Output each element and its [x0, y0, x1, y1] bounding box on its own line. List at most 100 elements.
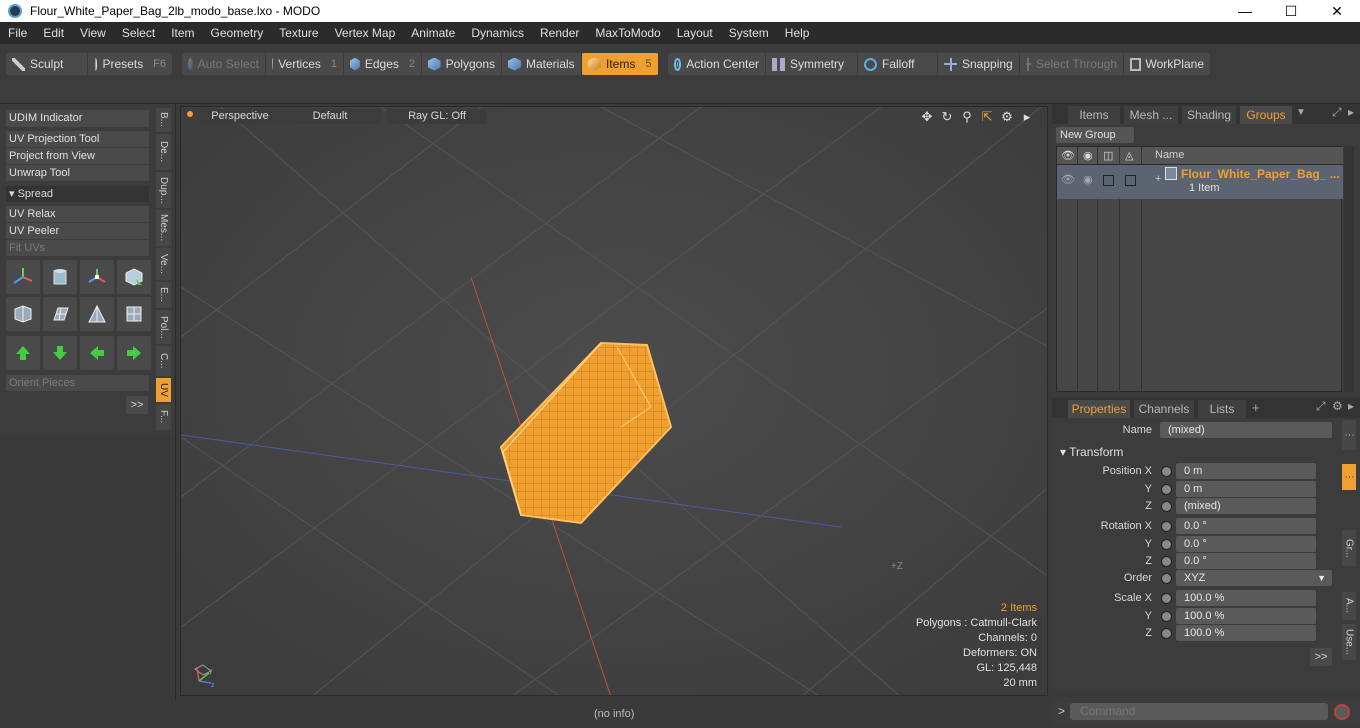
- close-button[interactable]: ✕: [1314, 0, 1360, 22]
- vtab-ve[interactable]: Ve...: [156, 248, 171, 280]
- menu-item[interactable]: Item: [163, 22, 202, 44]
- order-radio[interactable]: [1161, 573, 1172, 584]
- tab-mesh[interactable]: Mesh ...: [1124, 106, 1178, 124]
- vtab-use[interactable]: Use...: [1342, 624, 1356, 660]
- menu-help[interactable]: Help: [777, 22, 818, 44]
- vtab-mes[interactable]: Mes...: [156, 210, 171, 246]
- row-select-checkbox[interactable]: [1103, 175, 1114, 186]
- vertices-button[interactable]: Vertices 1: [266, 53, 344, 75]
- more-properties-button[interactable]: >>: [1310, 648, 1332, 666]
- row-render-icon[interactable]: ◉: [1083, 173, 1093, 186]
- menu-render[interactable]: Render: [532, 22, 587, 44]
- rotation-x-field[interactable]: 0.0 °: [1176, 518, 1316, 534]
- minimize-button[interactable]: —: [1222, 0, 1268, 22]
- rotation-x-radio[interactable]: [1161, 521, 1172, 532]
- uv-transform-tool-button[interactable]: [117, 260, 151, 294]
- tab-properties[interactable]: Properties: [1068, 400, 1130, 418]
- vtab-de[interactable]: De...: [156, 134, 171, 170]
- 3d-viewport[interactable]: +Z Perspective Default Ray GL: Off ✥ ↻ ⚲…: [180, 106, 1048, 696]
- vtab-uv[interactable]: UV: [156, 378, 171, 402]
- menu-select[interactable]: Select: [114, 22, 163, 44]
- symmetry-button[interactable]: Symmetry: [766, 53, 858, 75]
- scale-z-radio[interactable]: [1161, 628, 1172, 639]
- menu-texture[interactable]: Texture: [271, 22, 326, 44]
- vtab-b[interactable]: B...: [156, 108, 171, 132]
- uv-move-tool-button[interactable]: [6, 260, 40, 294]
- polygons-button[interactable]: Polygons: [422, 53, 502, 75]
- project-from-view-button[interactable]: Project from View: [6, 148, 149, 164]
- add-tab-button[interactable]: +: [1252, 400, 1260, 415]
- tabs-dropdown-icon[interactable]: ▼: [1296, 107, 1306, 118]
- menu-animate[interactable]: Animate: [403, 22, 463, 44]
- group-row[interactable]: 👁 ◉ + Flour_White_Paper_Bag_ ... 1 Item: [1057, 165, 1343, 199]
- udim-indicator-button[interactable]: UDIM Indicator: [6, 110, 149, 127]
- vtab-gr[interactable]: Gr...: [1342, 530, 1356, 566]
- position-z-field[interactable]: (mixed): [1176, 498, 1316, 514]
- tab-groups[interactable]: Groups: [1240, 106, 1292, 124]
- menu-view[interactable]: View: [72, 22, 114, 44]
- uv-projection-tool-button[interactable]: UV Projection Tool: [6, 131, 149, 147]
- scale-y-field[interactable]: 100.0 %: [1176, 608, 1316, 624]
- arrow-right-icon[interactable]: ▸: [1348, 105, 1354, 119]
- more-tools-button[interactable]: >>: [126, 396, 148, 414]
- materials-button[interactable]: Materials: [502, 53, 582, 75]
- tab-channels[interactable]: Channels: [1134, 400, 1194, 418]
- transform-section[interactable]: ▾ Transform: [1060, 445, 1123, 459]
- arrow-right-icon[interactable]: ▸: [1348, 399, 1354, 413]
- vtab-dots-1[interactable]: ⋮: [1342, 420, 1356, 450]
- order-dropdown[interactable]: XYZ ▼: [1176, 570, 1332, 586]
- align-down-button[interactable]: [43, 336, 77, 370]
- uv-cylindrical-button[interactable]: [80, 297, 114, 331]
- rotation-y-radio[interactable]: [1161, 539, 1172, 550]
- shading-dropdown[interactable]: Default: [279, 109, 381, 124]
- select-through-button[interactable]: Select Through: [1020, 53, 1124, 75]
- maximize-button[interactable]: ☐: [1268, 0, 1314, 22]
- gear-icon[interactable]: ⚙: [999, 109, 1015, 125]
- workplane-button[interactable]: WorkPlane: [1124, 53, 1210, 75]
- menu-maxtomodo[interactable]: MaxToModo: [587, 22, 668, 44]
- uv-peeler-button[interactable]: UV Peeler: [6, 223, 149, 239]
- fit-icon[interactable]: ⇱: [979, 109, 995, 125]
- vtab-f[interactable]: F...: [156, 404, 171, 430]
- menu-system[interactable]: System: [721, 22, 777, 44]
- falloff-button[interactable]: Falloff: [858, 53, 938, 75]
- vtab-a[interactable]: A...: [1342, 592, 1356, 620]
- uv-spherical-button[interactable]: [117, 297, 151, 331]
- fit-uvs-button[interactable]: Fit UVs: [6, 240, 149, 256]
- tab-shading[interactable]: Shading: [1182, 106, 1236, 124]
- sculpt-button[interactable]: Sculpt: [6, 53, 88, 75]
- position-x-field[interactable]: 0 m: [1176, 463, 1316, 479]
- arrow-right-icon[interactable]: ▸: [1019, 109, 1035, 125]
- raygl-toggle[interactable]: Ray GL: Off: [387, 109, 487, 124]
- position-y-field[interactable]: 0 m: [1176, 481, 1316, 497]
- tab-items[interactable]: Items: [1068, 106, 1120, 124]
- uv-planar-button[interactable]: [43, 297, 77, 331]
- unwrap-tool-button[interactable]: Unwrap Tool: [6, 165, 149, 181]
- rotation-y-field[interactable]: 0.0 °: [1176, 536, 1316, 552]
- expand-icon[interactable]: ⤢: [1316, 399, 1326, 414]
- snapping-button[interactable]: Snapping: [938, 53, 1020, 75]
- presets-button[interactable]: Presets F6: [88, 53, 172, 75]
- position-x-radio[interactable]: [1161, 466, 1172, 477]
- auto-select-button[interactable]: Auto Select: [182, 53, 266, 75]
- menu-dynamics[interactable]: Dynamics: [463, 22, 532, 44]
- edges-button[interactable]: Edges 2: [344, 53, 422, 75]
- pan-icon[interactable]: ✥: [919, 109, 935, 125]
- menu-vertex-map[interactable]: Vertex Map: [327, 22, 404, 44]
- rotation-z-radio[interactable]: [1161, 556, 1172, 567]
- perspective-dropdown[interactable]: Perspective: [199, 109, 281, 124]
- vtab-dup[interactable]: Dup...: [156, 172, 171, 208]
- gear-icon[interactable]: ⚙: [1332, 399, 1343, 413]
- items-button[interactable]: Items 5: [582, 53, 658, 75]
- record-macro-icon[interactable]: [1334, 704, 1350, 720]
- action-center-button[interactable]: Action Center: [668, 53, 766, 75]
- tab-lists[interactable]: Lists: [1198, 400, 1246, 418]
- menu-edit[interactable]: Edit: [35, 22, 72, 44]
- uv-relax-button[interactable]: UV Relax: [6, 206, 149, 222]
- groups-scrollbar[interactable]: [1344, 146, 1354, 392]
- menu-file[interactable]: File: [0, 22, 35, 44]
- scale-z-field[interactable]: 100.0 %: [1176, 625, 1316, 641]
- uv-scale-tool-button[interactable]: [80, 260, 114, 294]
- zoom-icon[interactable]: ⚲: [959, 109, 975, 125]
- scale-x-radio[interactable]: [1161, 593, 1172, 604]
